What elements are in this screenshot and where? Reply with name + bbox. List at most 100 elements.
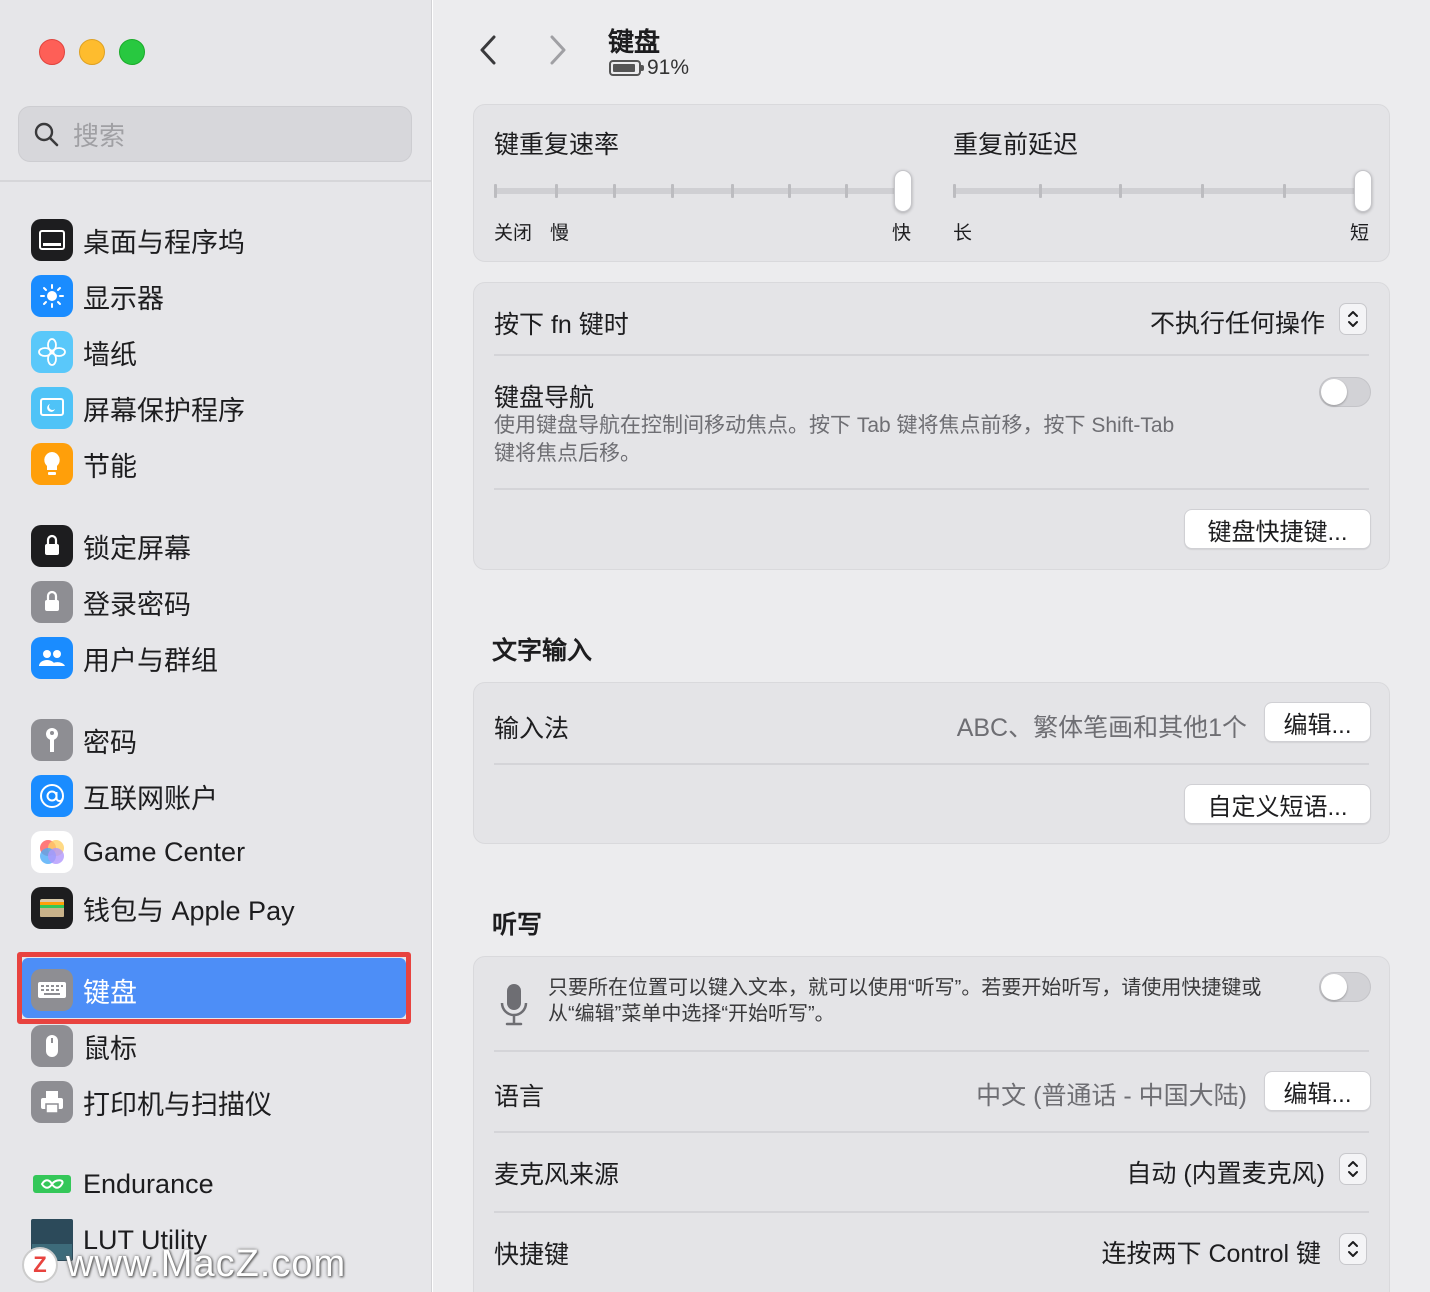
input-sources-value: ABC、繁体笔画和其他1个 <box>956 714 1247 742</box>
close-window-button[interactable] <box>39 39 65 65</box>
slider-tick <box>953 184 956 198</box>
sidebar-divider <box>0 180 431 182</box>
row-separator <box>494 488 1369 490</box>
dictation-toggle[interactable] <box>1319 972 1371 1002</box>
login-lock-icon <box>31 581 73 623</box>
sidebar-item-game-center[interactable]: Game Center <box>31 830 245 874</box>
sidebar-item-label: 鼠标 <box>83 1033 137 1064</box>
battery-status: 91% <box>609 56 689 80</box>
chevron-left-icon <box>480 35 496 65</box>
dictation-description-line1: 只要所在位置可以键入文本，就可以使用“听写”。若要开始听写，请使用快捷键或 <box>548 977 1262 999</box>
sidebar-item-desktop-dock[interactable]: 桌面与程序坞 <box>31 218 245 262</box>
battery-icon <box>609 60 644 76</box>
sidebar-item-endurance[interactable]: Endurance <box>31 1162 214 1206</box>
search-field[interactable]: 搜索 <box>18 106 412 162</box>
key-repeat-rate-thumb[interactable] <box>894 170 912 212</box>
microphone-icon <box>498 981 530 1034</box>
toggle-knob <box>1321 379 1347 405</box>
sidebar-item-wallet[interactable]: 钱包与 Apple Pay <box>31 886 295 930</box>
dock-icon <box>31 219 73 261</box>
slider-tick <box>845 184 848 198</box>
text-replacements-button[interactable]: 自定义短语... <box>1184 784 1371 824</box>
battery-percentage: 91% <box>647 56 690 79</box>
back-button[interactable] <box>473 30 503 70</box>
dictation-description: 只要所在位置可以键入文本，就可以使用“听写”。若要开始听写，请使用快捷键或 从“… <box>548 975 1308 1027</box>
screensaver-icon <box>31 387 73 429</box>
sidebar-item-energy[interactable]: 节能 <box>31 442 137 486</box>
keyboard-shortcuts-button[interactable]: 键盘快捷键... <box>1184 509 1371 549</box>
sidebar-item-label: 墙纸 <box>83 339 137 370</box>
sidebar-item-label: Endurance <box>83 1168 214 1199</box>
fn-key-value[interactable]: 不执行任何操作 <box>1150 304 1325 340</box>
toggle-knob <box>1321 974 1347 1000</box>
key-repeat-rate-title: 键重复速率 <box>494 131 620 159</box>
chevron-up-down-icon <box>1348 1161 1358 1177</box>
sidebar-item-label: 钱包与 Apple Pay <box>83 895 295 926</box>
sidebar-item-label: 节能 <box>83 451 137 482</box>
sidebar-item-label: 显示器 <box>83 283 164 314</box>
language-label: 语言 <box>494 1083 545 1111</box>
sidebar-item-users-groups[interactable]: 用户与群组 <box>31 636 218 680</box>
dictation-card: 只要所在位置可以键入文本，就可以使用“听写”。若要开始听写，请使用快捷键或 从“… <box>473 956 1390 1292</box>
sidebar-item-printers[interactable]: 打印机与扫描仪 <box>31 1080 272 1124</box>
sidebar-item-label: 用户与群组 <box>83 645 218 676</box>
slider-tick <box>494 184 497 198</box>
input-sources-label: 输入法 <box>494 715 570 743</box>
forward-button[interactable] <box>543 30 573 70</box>
text-input-card: 输入法 ABC、繁体笔画和其他1个 编辑... 自定义短语... <box>473 682 1390 844</box>
shortcut-value[interactable]: 连按两下 Control 键 <box>1102 1234 1321 1270</box>
shortcut-stepper[interactable] <box>1339 1233 1367 1265</box>
sidebar-item-internet-accounts[interactable]: 互联网账户 <box>31 774 218 818</box>
sidebar-item-lock-screen[interactable]: 锁定屏幕 <box>31 524 191 568</box>
watermark: Z www.MacZ.com <box>22 1243 346 1286</box>
at-sign-icon <box>31 775 73 817</box>
annotation-highlight-box <box>17 952 411 1024</box>
slider-tick <box>1039 184 1042 198</box>
users-groups-icon <box>31 637 73 679</box>
language-edit-button[interactable]: 编辑... <box>1264 1071 1371 1111</box>
keyboard-navigation-description-line1: 使用键盘导航在控制间移动焦点。按下 Tab 键将焦点前移，按下 Shift-Ta… <box>494 414 1175 437</box>
microphone-source-value[interactable]: 自动 (内置麦克风) <box>1126 1154 1325 1190</box>
row-separator <box>494 763 1369 765</box>
language-value: 中文 (普通话 - 中国大陆) <box>976 1082 1247 1110</box>
delay-until-repeat-thumb[interactable] <box>1354 170 1372 212</box>
key-icon <box>31 719 73 761</box>
chevron-up-down-icon <box>1348 1241 1358 1257</box>
sidebar-item-label: 桌面与程序坞 <box>83 227 245 258</box>
fn-key-label: 按下 fn 键时 <box>494 311 629 339</box>
sidebar-item-wallpaper[interactable]: 墙纸 <box>31 330 137 374</box>
sidebar-item-displays[interactable]: 显示器 <box>31 274 164 318</box>
main-pane: 键盘 91% 键重复速率 重复前延迟 关闭 慢 快 长 短 按下 fn 键时 不… <box>433 0 1430 1292</box>
dictation-description-line2: 从“编辑”菜单中选择“开始听写”。 <box>548 1003 835 1025</box>
sidebar-item-passwords[interactable]: 密码 <box>31 718 137 762</box>
fn-key-popup-stepper[interactable] <box>1339 303 1367 335</box>
sidebar-item-label: Game Center <box>83 836 246 867</box>
watermark-logo: Z <box>22 1246 58 1283</box>
sidebar-item-screensaver[interactable]: 屏幕保护程序 <box>31 386 245 430</box>
rate-label-off: 关闭 <box>494 223 533 244</box>
row-separator <box>494 1131 1369 1133</box>
keyboard-navigation-toggle[interactable] <box>1319 377 1371 407</box>
sidebar-item-mouse[interactable]: 鼠标 <box>31 1024 137 1068</box>
zoom-window-button[interactable] <box>119 39 145 65</box>
slider-tick <box>1283 184 1286 198</box>
minimize-window-button[interactable] <box>79 39 105 65</box>
wallet-icon <box>31 887 73 929</box>
mouse-icon <box>31 1025 73 1067</box>
delay-track <box>953 188 1371 194</box>
row-separator <box>494 1050 1369 1052</box>
search-icon <box>33 121 59 147</box>
microphone-source-stepper[interactable] <box>1339 1153 1367 1185</box>
wallpaper-flower-icon <box>31 331 73 373</box>
keyboard-navigation-description-line2: 键将焦点后移。 <box>494 442 641 465</box>
keyboard-navigation-description: 使用键盘导航在控制间移动焦点。按下 Tab 键将焦点前移，按下 Shift-Ta… <box>494 412 1274 468</box>
sidebar-item-login-password[interactable]: 登录密码 <box>31 580 191 624</box>
row-separator <box>494 1211 1369 1213</box>
shortcut-label: 快捷键 <box>494 1241 570 1269</box>
search-placeholder: 搜索 <box>73 120 126 151</box>
delay-label-short: 短 <box>1350 223 1370 244</box>
text-input-section-title: 文字输入 <box>492 637 593 665</box>
delay-until-repeat-title: 重复前延迟 <box>953 131 1079 159</box>
rate-label-slow: 慢 <box>550 223 570 244</box>
input-sources-edit-button[interactable]: 编辑... <box>1264 702 1371 742</box>
